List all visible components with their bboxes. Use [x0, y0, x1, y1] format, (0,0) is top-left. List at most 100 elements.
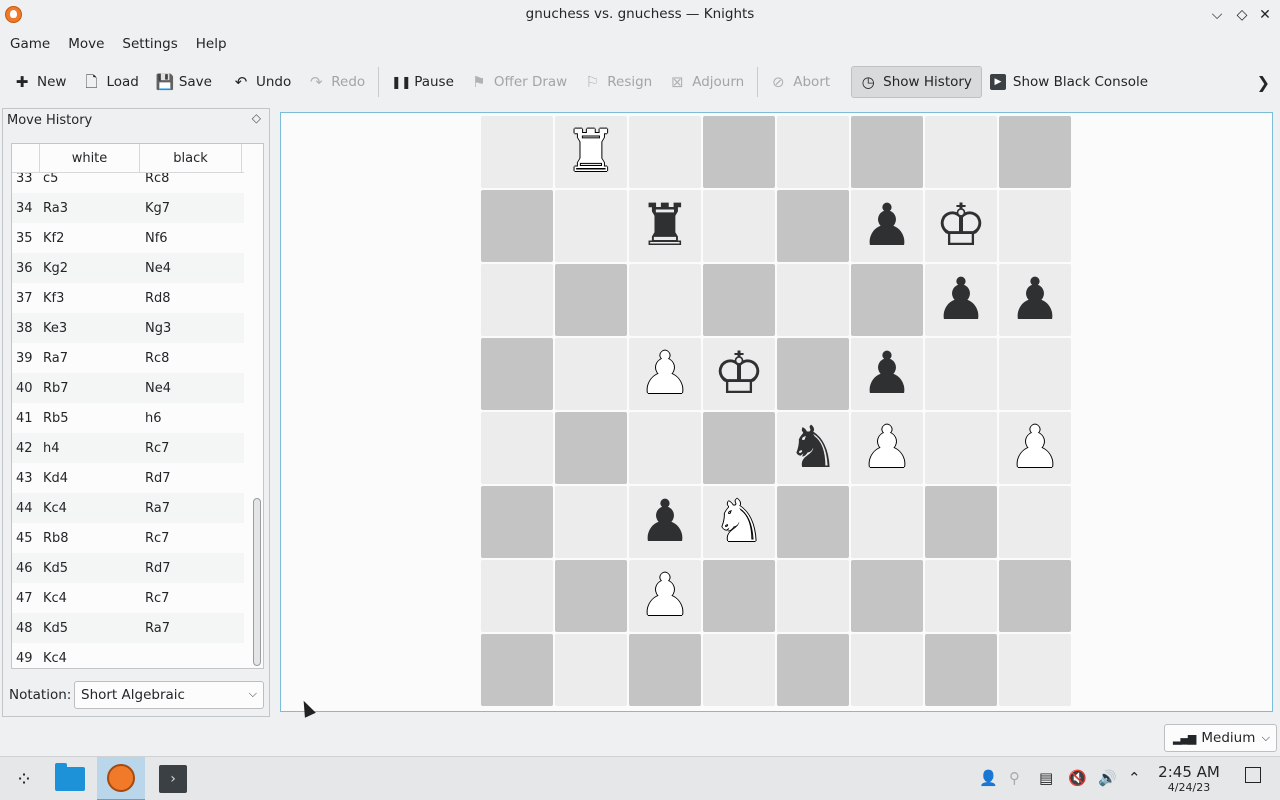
board-square-d7[interactable] — [703, 190, 775, 262]
taskbar-konsole[interactable]: › — [149, 757, 197, 800]
black-pawn-g6[interactable]: ♟ — [925, 264, 997, 336]
dock-float-icon[interactable]: ◇ — [252, 111, 261, 125]
board-square-f3[interactable] — [851, 486, 923, 558]
board-square-g3[interactable] — [925, 486, 997, 558]
chess-board[interactable]: ♜ ♜ ♟ ♔ ♟ ♟ ♟ ♔ ♟ ♞ ♟ ♟ ♟ ♞ ♟ — [481, 116, 1073, 708]
table-row[interactable]: 47 Kc4 Rc7 — [12, 583, 244, 613]
board-square-d1[interactable] — [703, 634, 775, 706]
maximize-button[interactable]: ◇ — [1232, 5, 1252, 25]
board-square-g5[interactable] — [925, 338, 997, 410]
table-row[interactable]: 38 Ke3 Ng3 — [12, 313, 244, 343]
white-king-g7[interactable]: ♔ — [925, 190, 997, 262]
board-square-f8[interactable] — [851, 116, 923, 188]
board-square-a5[interactable] — [481, 338, 553, 410]
board-square-b5[interactable] — [555, 338, 627, 410]
board-square-e1[interactable] — [777, 634, 849, 706]
black-column-header[interactable]: black — [140, 144, 242, 173]
board-square-e2[interactable] — [777, 560, 849, 632]
board-square-h1[interactable] — [999, 634, 1071, 706]
offer-draw-button[interactable]: ⚑ Offer Draw — [463, 66, 576, 98]
board-square-a6[interactable] — [481, 264, 553, 336]
menu-move[interactable]: Move — [59, 30, 113, 58]
vertical-scrollbar[interactable] — [251, 144, 263, 668]
abort-button[interactable]: ⊘ Abort — [762, 66, 839, 98]
clipboard-icon[interactable]: ▤ — [1039, 769, 1053, 787]
notation-select[interactable]: Short Algebraic ⌵ — [74, 681, 264, 709]
table-row[interactable]: 39 Ra7 Rc8 — [12, 343, 244, 373]
toolbar-overflow-chevron-icon[interactable]: ❯ — [1257, 73, 1270, 92]
board-square-e6[interactable] — [777, 264, 849, 336]
board-square-a7[interactable] — [481, 190, 553, 262]
white-column-header[interactable]: white — [40, 144, 140, 173]
white-pawn-f4[interactable]: ♟ — [851, 412, 923, 484]
scrollbar-thumb[interactable] — [253, 498, 261, 666]
menu-help[interactable]: Help — [187, 30, 236, 58]
speaker-muted-icon[interactable]: 🔇 — [1068, 769, 1087, 787]
board-square-c8[interactable] — [629, 116, 701, 188]
board-square-c6[interactable] — [629, 264, 701, 336]
white-pawn-c5[interactable]: ♟ — [629, 338, 701, 410]
app-launcher-icon[interactable]: ⁘ — [0, 757, 48, 800]
table-row[interactable]: 43 Kd4 Rd7 — [12, 463, 244, 493]
show-desktop-icon[interactable] — [1245, 767, 1261, 783]
menu-settings[interactable]: Settings — [113, 30, 186, 58]
board-square-c1[interactable] — [629, 634, 701, 706]
board-square-b2[interactable] — [555, 560, 627, 632]
network-icon[interactable]: ⚲ — [1009, 769, 1020, 787]
table-row[interactable]: 41 Rb5 h6 — [12, 403, 244, 433]
board-square-a4[interactable] — [481, 412, 553, 484]
move-history-table[interactable]: white black 33 c5 Rc8 34 Ra3 Kg7 35 Kf2 Nf6 36 Kg2… — [11, 143, 264, 669]
table-row[interactable]: 46 Kd5 Rd7 — [12, 553, 244, 583]
board-square-d6[interactable] — [703, 264, 775, 336]
undo-button[interactable]: ↶ Undo — [225, 66, 300, 98]
show-black-console-button[interactable]: ▶ Show Black Console — [982, 66, 1157, 98]
board-square-f1[interactable] — [851, 634, 923, 706]
white-knight-d3[interactable]: ♞ — [703, 486, 775, 558]
taskbar-knights[interactable] — [97, 757, 145, 800]
black-pawn-f5[interactable]: ♟ — [851, 338, 923, 410]
close-button[interactable]: ✕ — [1255, 5, 1275, 25]
board-square-b3[interactable] — [555, 486, 627, 558]
white-pawn-c2[interactable]: ♟ — [629, 560, 701, 632]
difficulty-select[interactable]: ▂▄▆ Medium ⌵ — [1164, 724, 1277, 752]
board-square-h5[interactable] — [999, 338, 1071, 410]
board-square-e8[interactable] — [777, 116, 849, 188]
board-square-e5[interactable] — [777, 338, 849, 410]
board-square-d4[interactable] — [703, 412, 775, 484]
board-square-f6[interactable] — [851, 264, 923, 336]
board-square-a8[interactable] — [481, 116, 553, 188]
new-button[interactable]: ✚ New — [6, 66, 75, 98]
taskbar-file-manager[interactable] — [46, 757, 94, 800]
adjourn-button[interactable]: ⊠ Adjourn — [661, 66, 753, 98]
minimize-button[interactable]: ⌵ — [1207, 5, 1227, 25]
black-knight-e4[interactable]: ♞ — [777, 412, 849, 484]
white-pawn-h4[interactable]: ♟ — [999, 412, 1071, 484]
pause-button[interactable]: ❚❚ Pause — [383, 66, 463, 98]
board-square-a1[interactable] — [481, 634, 553, 706]
board-square-d8[interactable] — [703, 116, 775, 188]
menu-game[interactable]: Game — [1, 30, 59, 58]
user-icon[interactable]: 👤 — [979, 769, 998, 787]
board-square-b7[interactable] — [555, 190, 627, 262]
board-square-b1[interactable] — [555, 634, 627, 706]
save-button[interactable]: 💾 Save — [148, 66, 221, 98]
board-square-h2[interactable] — [999, 560, 1071, 632]
board-square-e7[interactable] — [777, 190, 849, 262]
resign-button[interactable]: ⚐ Resign — [576, 66, 661, 98]
board-square-h3[interactable] — [999, 486, 1071, 558]
table-row[interactable]: 49 Kc4 — [12, 643, 244, 668]
load-button[interactable]: 🗋 Load — [75, 66, 147, 98]
table-row[interactable]: 37 Kf3 Rd8 — [12, 283, 244, 313]
table-row[interactable]: 40 Rb7 Ne4 — [12, 373, 244, 403]
table-row[interactable]: 48 Kd5 Ra7 — [12, 613, 244, 643]
table-row[interactable]: 34 Ra3 Kg7 — [12, 193, 244, 223]
black-pawn-c3[interactable]: ♟ — [629, 486, 701, 558]
table-row[interactable]: 42 h4 Rc7 — [12, 433, 244, 463]
redo-button[interactable]: ↷ Redo — [300, 66, 374, 98]
board-square-h8[interactable] — [999, 116, 1071, 188]
board-square-a3[interactable] — [481, 486, 553, 558]
board-square-c4[interactable] — [629, 412, 701, 484]
board-square-g8[interactable] — [925, 116, 997, 188]
show-history-button[interactable]: ◷ Show History — [851, 66, 982, 98]
black-pawn-h6[interactable]: ♟ — [999, 264, 1071, 336]
